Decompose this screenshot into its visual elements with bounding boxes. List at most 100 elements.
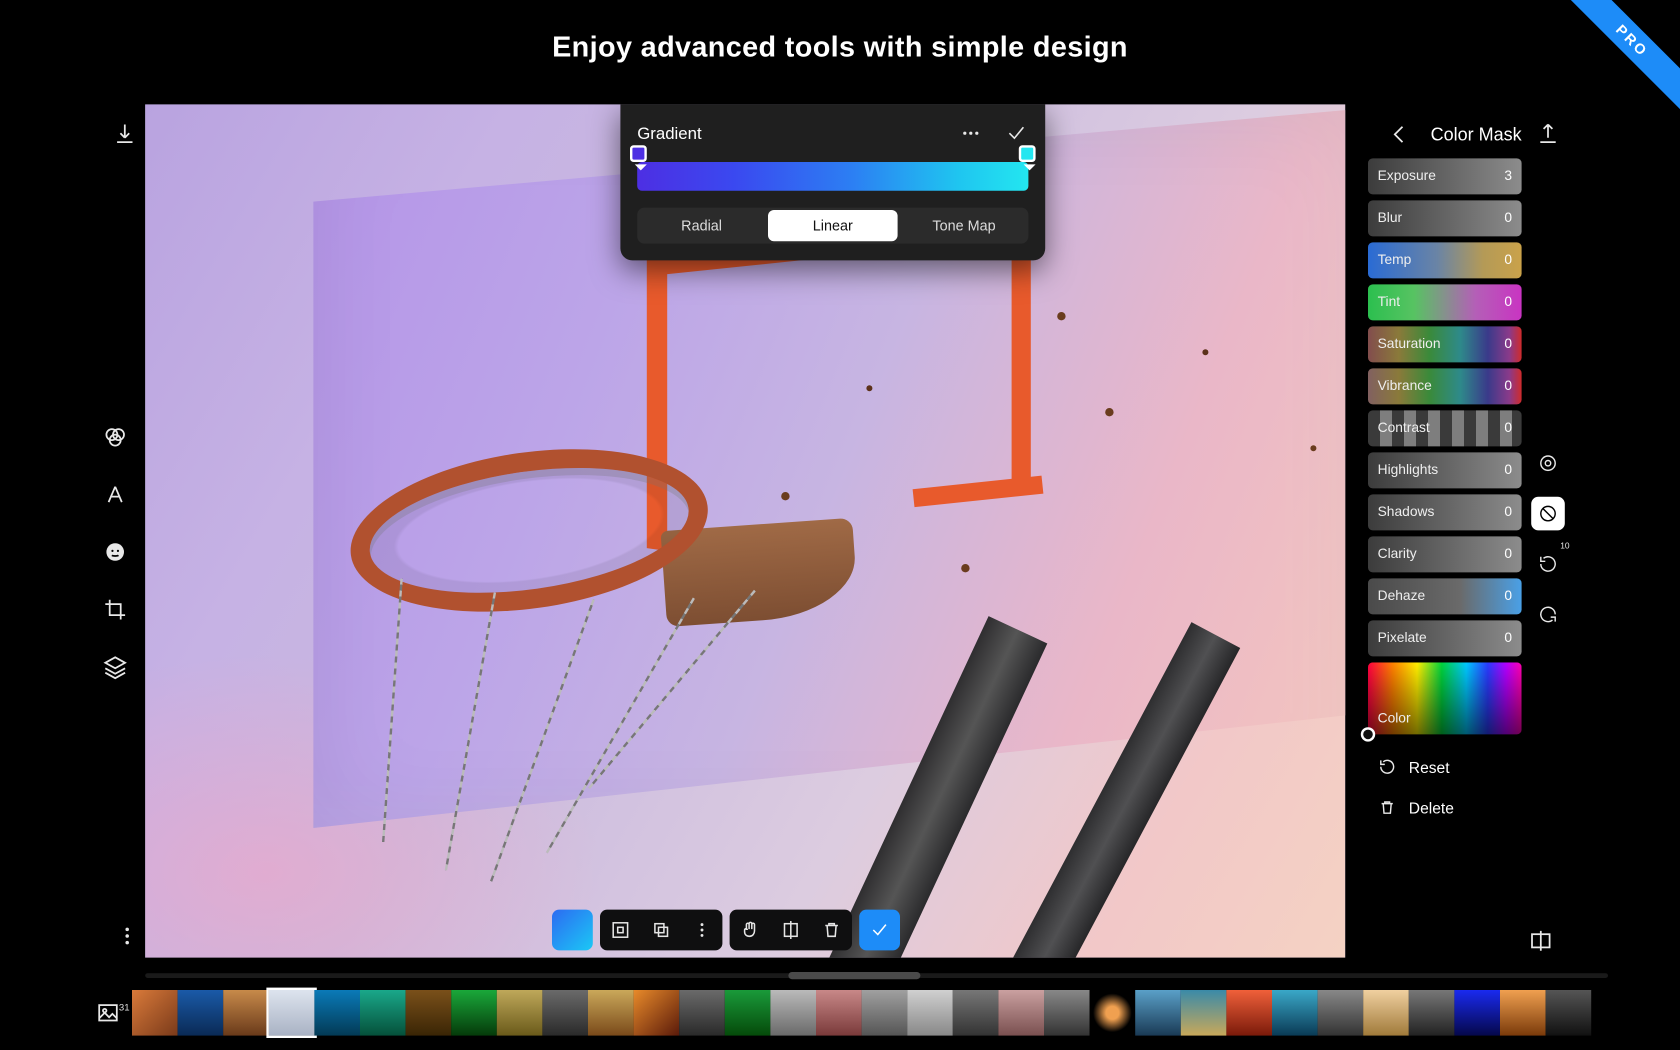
more-vertical-icon	[691, 919, 713, 941]
thumbnail[interactable]	[1181, 990, 1227, 1036]
thumbnail[interactable]	[1226, 990, 1272, 1036]
slider-label: Tint	[1378, 295, 1401, 309]
thumbnail[interactable]	[406, 990, 452, 1036]
adjustments-panel: Exposure3 Blur0 Temp0 Tint0 Saturation0 Vibra…	[1368, 158, 1522, 826]
thumbnail[interactable]	[770, 990, 816, 1036]
thumbnail[interactable]	[132, 990, 178, 1036]
history-button[interactable]: 10	[1531, 547, 1565, 581]
tool-gradient[interactable]	[552, 910, 593, 951]
gradient-tab-tonemap[interactable]: Tone Map	[900, 208, 1029, 244]
fit-icon	[610, 919, 632, 941]
thumbnail[interactable]	[178, 990, 224, 1036]
thumbnail[interactable]	[816, 990, 862, 1036]
crop-tool[interactable]	[98, 593, 132, 627]
thumbnail[interactable]	[1318, 990, 1364, 1036]
face-tool[interactable]	[98, 535, 132, 569]
thumbnail[interactable]	[1546, 990, 1592, 1036]
thumbnail[interactable]	[223, 990, 269, 1036]
thumbnail[interactable]	[588, 990, 634, 1036]
undo-icon	[1537, 604, 1559, 626]
panel-back[interactable]	[1383, 118, 1417, 152]
tool-more[interactable]	[682, 910, 723, 951]
thumbnail[interactable]	[1409, 990, 1455, 1036]
color-picker[interactable]: Color	[1368, 662, 1522, 734]
slider-contrast[interactable]: Contrast0	[1368, 410, 1522, 446]
slider-saturation[interactable]: Saturation0	[1368, 326, 1522, 362]
gradient-bar[interactable]	[637, 162, 1028, 191]
mask-color-button[interactable]	[1531, 497, 1565, 531]
gradient-more[interactable]	[959, 121, 983, 145]
check-icon	[869, 919, 891, 941]
undo-button[interactable]	[1531, 598, 1565, 632]
thumbnail[interactable]	[269, 990, 315, 1036]
slider-pixelate[interactable]: Pixelate0	[1368, 620, 1522, 656]
slider-exposure[interactable]: Exposure3	[1368, 158, 1522, 194]
thumbnail[interactable]	[314, 990, 360, 1036]
thumbnail[interactable]	[1454, 990, 1500, 1036]
thumbnail[interactable]	[862, 990, 908, 1036]
gradient-apply[interactable]	[1004, 121, 1028, 145]
delete-button[interactable]: Delete	[1368, 788, 1522, 826]
image-icon	[95, 1000, 121, 1026]
slider-vibrance[interactable]: Vibrance0	[1368, 368, 1522, 404]
thumbnail[interactable]	[1135, 990, 1181, 1036]
thumbnail[interactable]	[725, 990, 771, 1036]
slider-tint[interactable]: Tint0	[1368, 284, 1522, 320]
gradient-stop-left[interactable]	[630, 145, 647, 162]
reset-button[interactable]: Reset	[1368, 748, 1522, 786]
gradient-tab-linear[interactable]: Linear	[768, 210, 897, 241]
thumbnail[interactable]	[1044, 990, 1090, 1036]
thumbnail[interactable]	[634, 990, 680, 1036]
thumbnail[interactable]	[497, 990, 543, 1036]
scrollbar-thumb[interactable]	[789, 972, 921, 979]
compare-button[interactable]	[1524, 924, 1558, 958]
export-button[interactable]	[1531, 118, 1565, 152]
text-tool[interactable]	[98, 478, 132, 512]
tool-duplicate[interactable]	[641, 910, 682, 951]
thumbnail[interactable]	[1090, 990, 1136, 1036]
thumbnail[interactable]	[1363, 990, 1409, 1036]
tool-fit[interactable]	[600, 910, 641, 951]
import-button[interactable]	[108, 118, 142, 152]
mask-radial-button[interactable]	[1531, 446, 1565, 480]
thumbnail[interactable]	[1272, 990, 1318, 1036]
slider-temp[interactable]: Temp0	[1368, 242, 1522, 278]
slider-blur[interactable]: Blur0	[1368, 200, 1522, 236]
slider-label: Clarity	[1378, 547, 1417, 561]
layers-tool[interactable]	[98, 650, 132, 684]
color-cursor[interactable]	[1361, 727, 1375, 741]
more-menu[interactable]	[110, 919, 144, 953]
trash-icon	[821, 919, 843, 941]
slider-dehaze[interactable]: Dehaze0	[1368, 578, 1522, 614]
thumbnail[interactable]	[451, 990, 497, 1036]
gradient-tab-radial[interactable]: Radial	[637, 208, 766, 244]
thumbnail[interactable]	[1500, 990, 1546, 1036]
gradient-type-segmented: Radial Linear Tone Map	[637, 208, 1028, 244]
tool-crop-mask[interactable]	[770, 910, 811, 951]
slider-label: Highlights	[1378, 463, 1439, 477]
layers-icon	[102, 654, 128, 680]
more-vertical-icon	[114, 923, 140, 949]
tool-delete[interactable]	[811, 910, 852, 951]
thumbnail[interactable]	[542, 990, 588, 1036]
tool-pan[interactable]	[730, 910, 771, 951]
tool-confirm[interactable]	[859, 910, 900, 951]
compare-icon	[1528, 928, 1554, 954]
gradient-stop-right[interactable]	[1019, 145, 1036, 162]
color-mask-icon	[1537, 503, 1559, 525]
hand-icon	[739, 919, 761, 941]
thumbnail[interactable]	[998, 990, 1044, 1036]
filmstrip-scrollbar[interactable]	[145, 973, 1608, 978]
slider-label: Temp	[1378, 253, 1412, 267]
filters-tool[interactable]	[98, 420, 132, 454]
slider-highlights[interactable]: Highlights0	[1368, 452, 1522, 488]
gradient-title: Gradient	[637, 124, 701, 143]
thumbnail[interactable]	[679, 990, 725, 1036]
thumbnail[interactable]	[907, 990, 953, 1036]
library-button[interactable]: 31	[84, 1000, 132, 1026]
slider-shadows[interactable]: Shadows0	[1368, 494, 1522, 530]
check-icon	[1004, 120, 1028, 146]
thumbnail[interactable]	[953, 990, 999, 1036]
slider-clarity[interactable]: Clarity0	[1368, 536, 1522, 572]
thumbnail[interactable]	[360, 990, 406, 1036]
